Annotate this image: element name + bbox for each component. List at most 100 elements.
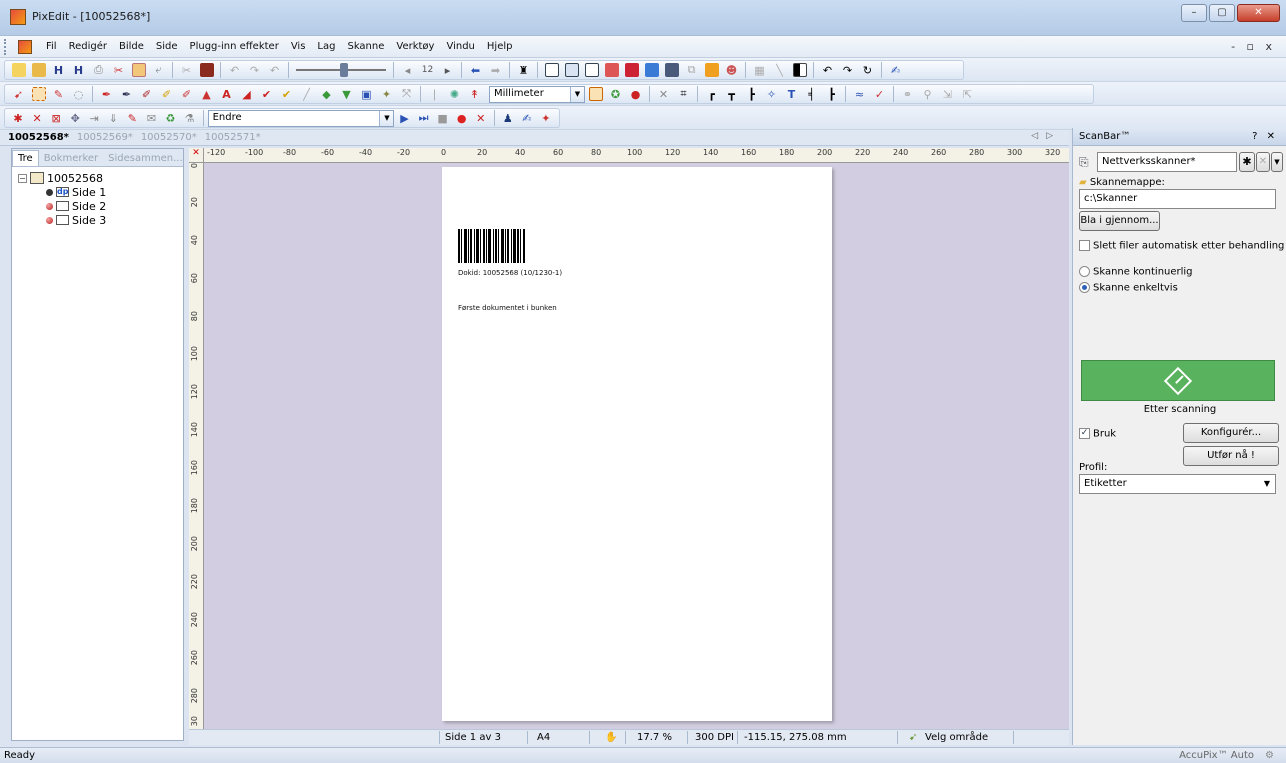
scanner-remove-button[interactable]: ✕	[1256, 152, 1270, 172]
maximize-button[interactable]: ▢	[1209, 4, 1235, 22]
tab-page-merge[interactable]: Sidesammen...	[103, 151, 187, 166]
cut-icon[interactable]: ✂	[177, 61, 196, 79]
view-single-icon[interactable]	[542, 61, 561, 79]
delete-page-icon[interactable]: ⊠	[47, 109, 65, 127]
undo-icon[interactable]: ↶	[225, 61, 244, 79]
user-icon[interactable]: ☻	[722, 61, 741, 79]
despeckle-icon[interactable]: ≈	[850, 85, 869, 103]
tree-page-1[interactable]: dp Side 1	[18, 185, 177, 199]
select-tool-icon[interactable]	[586, 85, 605, 103]
menu-grip[interactable]	[4, 39, 7, 55]
minimize-button[interactable]: –	[1181, 4, 1207, 22]
stamp2-icon[interactable]: ▣	[357, 85, 376, 103]
ruler-corner-icon[interactable]: ✕	[189, 148, 204, 163]
doc-tab[interactable]: 10052571*	[201, 132, 265, 143]
configure-button[interactable]: Konfigurér...	[1183, 423, 1279, 443]
shape-icon[interactable]: ◆	[317, 85, 336, 103]
insert-page-icon[interactable]: ⤶	[149, 61, 168, 79]
menu-vindu[interactable]: Vindu	[440, 41, 480, 52]
close-button[interactable]: ✕	[1237, 4, 1280, 22]
comment-icon[interactable]: ✉	[142, 109, 160, 127]
check-red-icon[interactable]: ✔	[257, 85, 276, 103]
rotate-180-icon[interactable]: ↻	[858, 61, 877, 79]
view-fit-icon[interactable]	[582, 61, 601, 79]
tree-root[interactable]: − 10052568	[18, 171, 177, 185]
tree-page-2[interactable]: Side 2	[18, 199, 177, 213]
menu-rediger[interactable]: Redigér	[63, 41, 113, 52]
save-as-icon[interactable]: H	[69, 61, 88, 79]
fill-icon[interactable]: ▲	[197, 85, 216, 103]
profile-select[interactable]: Etiketter ▼	[1079, 474, 1276, 494]
arrows-icon[interactable]: ⤧	[397, 85, 416, 103]
step-icon[interactable]: ⏭	[415, 109, 433, 127]
dropper-icon[interactable]: ❘	[425, 85, 444, 103]
align-right-icon[interactable]: ┣	[822, 85, 841, 103]
recycle-icon[interactable]: ♻	[162, 109, 180, 127]
color-wheel-icon[interactable]: ●	[626, 85, 645, 103]
play-icon[interactable]: ▶	[395, 109, 413, 127]
use-row[interactable]: ✓ Bruk	[1079, 428, 1116, 440]
tab-tree[interactable]: Tre	[12, 150, 39, 166]
next-page-icon[interactable]: ▸	[438, 61, 457, 79]
rotate-right-icon[interactable]: ↷	[838, 61, 857, 79]
menu-lag[interactable]: Lag	[311, 41, 341, 52]
pencil-icon[interactable]: ✎	[49, 85, 68, 103]
image-canvas[interactable]: ✕ -120 -100 -80 -60 -40 -20 0 20 40 60 8…	[189, 148, 1069, 729]
tools-icon[interactable]: ✦	[377, 85, 396, 103]
contrast-icon[interactable]	[790, 61, 809, 79]
filter-icon[interactable]: ▼	[337, 85, 356, 103]
scan-single-row[interactable]: Skanne enkeltvis	[1079, 282, 1178, 294]
menu-verktoy[interactable]: Verktøy	[390, 41, 440, 52]
table-icon[interactable]	[662, 61, 681, 79]
align-left-icon[interactable]: ╡	[802, 85, 821, 103]
scan-continuous-radio[interactable]	[1079, 266, 1090, 277]
import-icon[interactable]: ⇱	[958, 85, 977, 103]
magic-icon[interactable]: ✺	[445, 85, 464, 103]
accupix-status[interactable]: AccuPix™ Auto	[1179, 750, 1254, 761]
align-bl-icon[interactable]: ┣	[742, 85, 761, 103]
wand-icon[interactable]: ✧	[762, 85, 781, 103]
menu-skanne[interactable]: Skanne	[341, 41, 390, 52]
record-icon[interactable]: ●	[453, 109, 471, 127]
text-icon[interactable]: A	[217, 85, 236, 103]
marker-icon[interactable]: ✐	[157, 85, 176, 103]
page-down-icon[interactable]: ⇓	[104, 109, 122, 127]
move-icon[interactable]: ✥	[66, 109, 84, 127]
pointer-icon[interactable]: ➹	[9, 85, 28, 103]
document-page[interactable]: Dokid: 10052568 (10/1230-1) Første dokum…	[442, 167, 832, 721]
new-icon[interactable]	[9, 61, 28, 79]
stamp3-icon[interactable]: ✦	[537, 109, 555, 127]
highlighter-icon[interactable]: ✐	[177, 85, 196, 103]
page-number[interactable]: 12	[418, 61, 437, 79]
text-tool-icon[interactable]: T	[782, 85, 801, 103]
document-menu-icon[interactable]	[18, 39, 32, 54]
binoculars-icon[interactable]: ♜	[514, 61, 533, 79]
scan-folder-input[interactable]: c:\Skanner	[1079, 189, 1276, 209]
color-icon[interactable]	[642, 61, 661, 79]
scan-icon[interactable]: ✂	[109, 61, 128, 79]
page-orange-icon[interactable]	[702, 61, 721, 79]
redo-icon[interactable]: ↷	[245, 61, 264, 79]
note-icon[interactable]: ◢	[237, 85, 256, 103]
new-page-icon[interactable]: ✱	[9, 109, 27, 127]
delete-icon[interactable]: ✕	[28, 109, 46, 127]
stop-icon[interactable]: ■	[434, 109, 452, 127]
brush-icon[interactable]: ✐	[137, 85, 156, 103]
browse-button[interactable]: Bla i gjennom...	[1079, 211, 1160, 231]
menu-bilde[interactable]: Bilde	[113, 41, 150, 52]
doc-tab[interactable]: 10052569*	[73, 132, 137, 143]
select-page-icon[interactable]	[129, 61, 148, 79]
link-icon[interactable]: ⚭	[898, 85, 917, 103]
auto-delete-checkbox[interactable]	[1079, 240, 1090, 251]
mdi-window-controls[interactable]: - ▫ x	[1231, 40, 1276, 53]
pixedit-app-icon[interactable]	[10, 9, 26, 25]
split-icon[interactable]: ⇥	[85, 109, 103, 127]
page-edit-icon[interactable]: ✎	[123, 109, 141, 127]
align-tl-icon[interactable]: ┏	[702, 85, 721, 103]
prev-page-icon[interactable]: ◂	[398, 61, 417, 79]
crosshair-icon[interactable]: ✕	[654, 85, 673, 103]
validate-icon[interactable]: ✓	[870, 85, 889, 103]
menu-plugg-inn[interactable]: Plugg-inn effekter	[184, 41, 285, 52]
menu-vis[interactable]: Vis	[285, 41, 312, 52]
crop-icon[interactable]: ⌗	[674, 85, 693, 103]
